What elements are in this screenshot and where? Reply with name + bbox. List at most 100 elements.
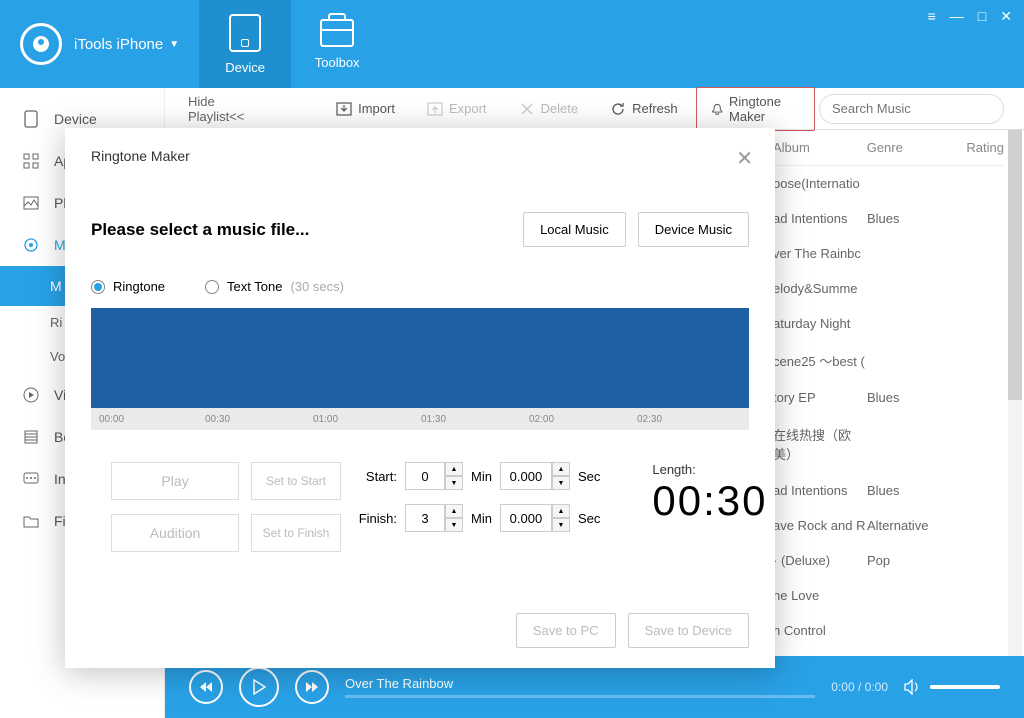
minimize-button[interactable]: —: [950, 8, 964, 25]
app-title-dropdown[interactable]: iTools iPhone ▼: [74, 36, 179, 53]
next-button[interactable]: [295, 670, 329, 704]
timeline-mark: 02:30: [637, 414, 662, 425]
save-to-pc-button[interactable]: Save to PC: [516, 613, 616, 648]
start-min-input[interactable]: [405, 462, 445, 490]
waveform-area[interactable]: [91, 308, 749, 408]
col-album-header[interactable]: Album: [773, 140, 867, 155]
refresh-button[interactable]: Refresh: [596, 95, 692, 123]
tone-type-radio-group: Ringtone Text Tone (30 secs): [91, 279, 749, 294]
cell-genre: [867, 246, 967, 261]
prev-button[interactable]: [189, 670, 223, 704]
volume-control[interactable]: [904, 679, 1000, 695]
finish-min-spinner[interactable]: ▲▼: [405, 504, 463, 532]
export-button[interactable]: Export: [413, 95, 501, 123]
delete-button[interactable]: Delete: [505, 95, 593, 123]
sidebar-files-label: Fi: [54, 513, 66, 529]
spinner-down-icon[interactable]: ▼: [552, 518, 570, 532]
col-rating-header[interactable]: Rating: [966, 140, 1004, 155]
import-button[interactable]: Import: [322, 95, 409, 123]
nav-device[interactable]: Device: [199, 0, 291, 88]
spinner-up-icon[interactable]: ▲: [445, 504, 463, 518]
device-music-button[interactable]: Device Music: [638, 212, 749, 247]
local-music-button[interactable]: Local Music: [523, 212, 626, 247]
start-min-spinner[interactable]: ▲▼: [405, 462, 463, 490]
finish-label: Finish:: [353, 511, 397, 526]
ringtone-radio[interactable]: Ringtone: [91, 279, 165, 294]
refresh-label: Refresh: [632, 101, 678, 116]
finish-sec-spinner[interactable]: ▲▼: [500, 504, 570, 532]
play-clip-button[interactable]: Play: [111, 462, 239, 500]
length-label: Length:: [652, 462, 767, 477]
texttone-radio-label: Text Tone: [227, 279, 282, 294]
maximize-button[interactable]: □: [978, 8, 986, 25]
search-input[interactable]: [832, 101, 1008, 116]
close-button[interactable]: ✕: [1000, 8, 1012, 25]
cell-genre: Alternative: [867, 518, 967, 533]
track-info: Over The Rainbow: [345, 676, 815, 698]
cell-genre: [867, 588, 967, 603]
hide-playlist-button[interactable]: Hide Playlist<<: [170, 94, 274, 124]
finish-sec-input[interactable]: [500, 504, 552, 532]
cell-genre: Blues: [867, 390, 967, 405]
music-icon: [22, 236, 40, 254]
export-label: Export: [449, 101, 487, 116]
nav-toolbox[interactable]: Toolbox: [291, 0, 383, 88]
ringtone-radio-label: Ringtone: [113, 279, 165, 294]
volume-icon: [904, 679, 922, 695]
start-sec-spinner[interactable]: ▲▼: [500, 462, 570, 490]
spinner-down-icon[interactable]: ▼: [552, 476, 570, 490]
cell-genre: [867, 351, 967, 370]
app-header: iTools iPhone ▼ Device Toolbox ≡ — □ ✕: [0, 0, 1024, 88]
spinner-down-icon[interactable]: ▼: [445, 476, 463, 490]
volume-slider[interactable]: [930, 685, 1000, 689]
texttone-radio[interactable]: Text Tone (30 secs): [205, 279, 344, 294]
save-to-device-button[interactable]: Save to Device: [628, 613, 749, 648]
cell-album: tory EP: [773, 390, 867, 405]
cell-genre: [867, 176, 967, 191]
ringtone-maker-button[interactable]: Ringtone Maker: [696, 87, 815, 131]
timeline-mark: 01:30: [421, 414, 446, 425]
track-title: Over The Rainbow: [345, 676, 815, 691]
timeline-mark: 00:00: [99, 414, 124, 425]
dialog-close-button[interactable]: ✕: [736, 146, 753, 171]
length-value: 00:30: [652, 477, 767, 525]
cell-album: ad Intentions: [773, 211, 867, 226]
import-icon: [336, 101, 352, 117]
app-logo-icon: [20, 23, 62, 65]
cell-album: oose(Internatio: [773, 176, 867, 191]
spinner-up-icon[interactable]: ▲: [552, 504, 570, 518]
cell-genre: Blues: [867, 211, 967, 226]
set-finish-button[interactable]: Set to Finish: [251, 514, 341, 552]
progress-bar[interactable]: [345, 695, 815, 698]
timeline-mark: 00:30: [205, 414, 230, 425]
cell-genre: Blues: [867, 483, 967, 498]
sec-unit: Sec: [578, 511, 600, 526]
import-label: Import: [358, 101, 395, 116]
play-button[interactable]: [239, 667, 279, 707]
cell-genre: [867, 281, 967, 296]
books-icon: [22, 428, 40, 446]
set-start-button[interactable]: Set to Start: [251, 462, 341, 500]
spinner-up-icon[interactable]: ▲: [445, 462, 463, 476]
dialog-title: Ringtone Maker: [91, 148, 749, 164]
audition-button[interactable]: Audition: [111, 514, 239, 552]
vertical-scrollbar[interactable]: [1008, 130, 1022, 660]
scrollbar-thumb[interactable]: [1008, 130, 1022, 400]
caret-down-icon: ▼: [169, 39, 179, 50]
track-time: 0:00 / 0:00: [831, 680, 888, 694]
spinner-down-icon[interactable]: ▼: [445, 518, 463, 532]
window-controls: ≡ — □ ✕: [928, 8, 1012, 25]
menu-button[interactable]: ≡: [928, 8, 936, 25]
sec-unit: Sec: [578, 469, 600, 484]
spinner-up-icon[interactable]: ▲: [552, 462, 570, 476]
timeline[interactable]: 00:00 00:30 01:00 01:30 02:00 02:30: [91, 408, 749, 430]
start-sec-input[interactable]: [500, 462, 552, 490]
toolbox-icon: [320, 19, 354, 47]
sidebar-info-label: In: [54, 471, 66, 487]
cell-album: · (Deluxe): [773, 553, 867, 568]
finish-min-input[interactable]: [405, 504, 445, 532]
col-genre-header[interactable]: Genre: [867, 140, 967, 155]
search-box[interactable]: [819, 94, 1004, 124]
files-icon: [22, 512, 40, 530]
ringtone-maker-label: Ringtone Maker: [729, 94, 800, 124]
